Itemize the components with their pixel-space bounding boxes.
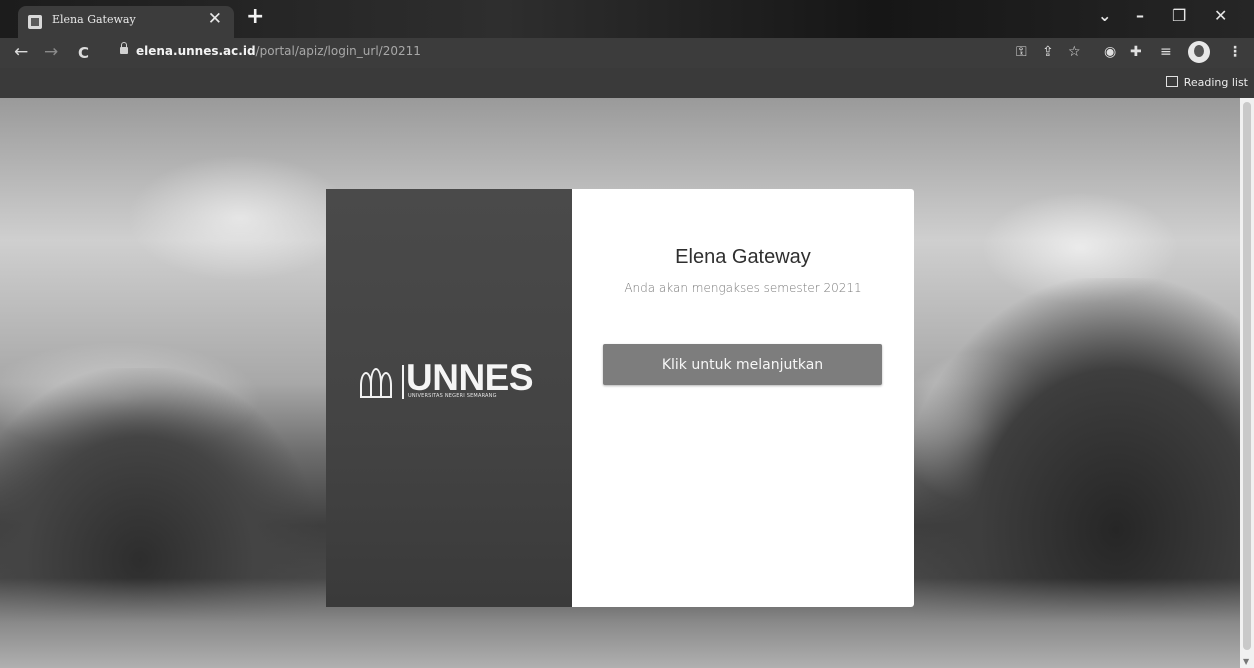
login-panel: Elena Gateway Anda akan mengakses semest… — [572, 189, 914, 607]
new-tab-button[interactable]: + — [246, 4, 264, 29]
profile-avatar[interactable] — [1188, 41, 1210, 63]
unnes-emblem-icon — [360, 368, 398, 398]
unnes-logo-subtitle: UNIVERSITAS NEGERI SEMARANG — [408, 393, 497, 399]
minimize-button[interactable]: – — [1136, 6, 1144, 25]
browser-tab[interactable]: Elena Gateway ✕ — [18, 6, 234, 38]
back-button[interactable]: ← — [14, 42, 28, 62]
share-icon[interactable]: ⇪ — [1042, 44, 1054, 60]
scrollbar-thumb[interactable] — [1243, 102, 1251, 650]
scroll-down-arrow-icon[interactable]: ▼ — [1243, 657, 1249, 666]
tab-title: Elena Gateway — [52, 13, 136, 26]
forward-button[interactable]: → — [44, 42, 58, 62]
close-window-button[interactable]: ✕ — [1214, 6, 1227, 25]
key-icon[interactable]: ⚿ — [1016, 44, 1027, 60]
restore-button[interactable]: ❐ — [1172, 6, 1186, 25]
reading-list-label: Reading list — [1183, 76, 1248, 89]
tab-strip: Elena Gateway ✕ + ⌄ – ❐ ✕ — [0, 0, 1254, 38]
extension-circle-icon[interactable]: ◉ — [1104, 44, 1116, 60]
bookmarks-bar: Reading list — [0, 68, 1254, 98]
reading-list-icon[interactable]: ≡ — [1160, 44, 1172, 60]
page-scrollbar[interactable]: ▼ — [1240, 98, 1254, 668]
reload-button[interactable]: C — [78, 44, 89, 62]
lock-icon[interactable] — [120, 42, 128, 54]
site-favicon-icon — [28, 15, 42, 29]
page-title: Elena Gateway — [675, 246, 811, 268]
brand-panel: UNNES UNIVERSITAS NEGERI SEMARANG — [326, 189, 572, 607]
logo-divider — [402, 365, 404, 399]
more-menu-icon[interactable]: ⋮ — [1228, 44, 1242, 60]
tab-close-icon[interactable]: ✕ — [208, 9, 222, 29]
extensions-puzzle-icon[interactable]: ✚ — [1130, 44, 1142, 60]
star-icon[interactable]: ☆ — [1068, 44, 1081, 60]
address-bar[interactable]: elena.unnes.ac.id/portal/apiz/login_url/… — [136, 44, 421, 58]
reading-list-button[interactable]: Reading list — [1165, 76, 1248, 89]
continue-button[interactable]: Klik untuk melanjutkan — [603, 344, 882, 385]
reading-list-box-icon — [1165, 76, 1178, 87]
semester-notice: Anda akan mengakses semester 20211 — [624, 281, 862, 295]
browser-toolbar: ← → C elena.unnes.ac.id/portal/apiz/logi… — [0, 38, 1254, 68]
url-path: /portal/apiz/login_url/20211 — [255, 44, 421, 58]
url-host: elena.unnes.ac.id — [136, 44, 256, 58]
tab-search-icon[interactable]: ⌄ — [1098, 6, 1111, 25]
